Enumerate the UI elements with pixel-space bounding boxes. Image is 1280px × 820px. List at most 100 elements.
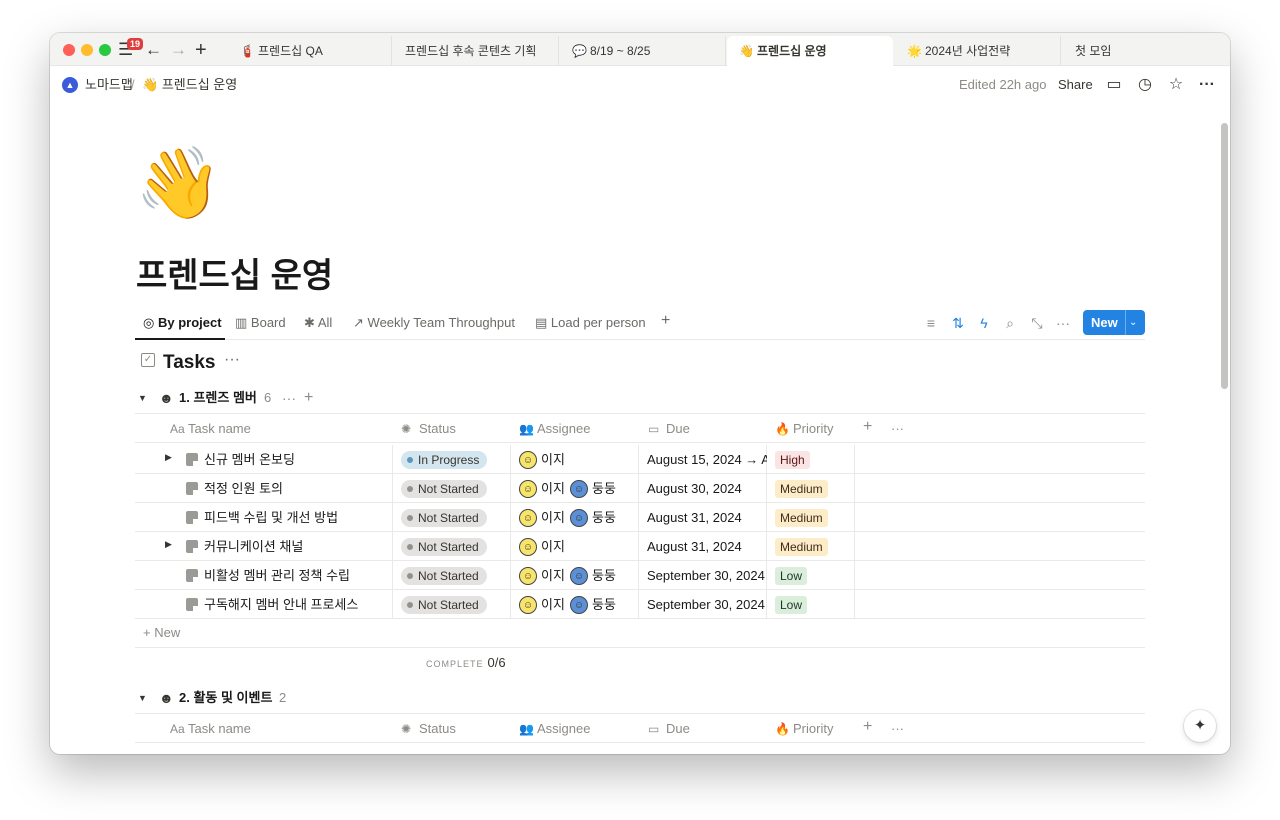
tab-first-meeting[interactable]: 첫 모임 bbox=[1063, 36, 1230, 66]
group-more-icon[interactable]: ··· bbox=[282, 387, 296, 409]
table-row[interactable]: 비활성 멤버 관리 정책 수립 Not Started ☺ 이지 ☺ 둥둥 Septe… bbox=[135, 561, 1145, 590]
task-name[interactable]: 구독해지 멤버 안내 프로세스 bbox=[204, 596, 358, 613]
task-name[interactable]: 신규 멤버 온보딩 bbox=[204, 451, 295, 468]
expand-toggle-icon[interactable]: ▶ bbox=[165, 539, 172, 550]
assignee-cell[interactable]: ☺ 이지 ☺ 둥둥 bbox=[511, 474, 639, 503]
task-name[interactable]: 적정 인원 토의 bbox=[204, 480, 283, 497]
due-cell[interactable]: August 31, 2024 bbox=[639, 503, 767, 532]
view-tab-board[interactable]: ▥ Board bbox=[235, 314, 286, 332]
task-name-cell[interactable]: 적정 인원 토의 bbox=[135, 474, 393, 503]
column-priority[interactable]: 🔥 Priority bbox=[775, 720, 833, 738]
minimize-window-button[interactable] bbox=[81, 44, 93, 56]
due-cell[interactable]: August 15, 2024 → A bbox=[639, 445, 767, 474]
collapse-toggle-icon[interactable]: ▼ bbox=[138, 687, 147, 709]
assignee-cell[interactable]: ☺ 이지 ☺ 둥둥 bbox=[511, 561, 639, 590]
page-icon[interactable]: 👋 bbox=[135, 143, 222, 223]
new-tab-plus-icon[interactable]: + bbox=[195, 39, 207, 61]
comments-icon[interactable]: ▭ bbox=[1104, 75, 1124, 95]
view-tab-by-project[interactable]: ◎ By project bbox=[143, 314, 222, 332]
view-tab-weekly-throughput[interactable]: ↗ Weekly Team Throughput bbox=[353, 314, 515, 332]
table-row[interactable]: 적정 인원 토의 Not Started ☺ 이지 ☺ 둥둥 August 30, 2… bbox=[135, 474, 1145, 503]
column-assignee[interactable]: 👥 Assignee bbox=[519, 420, 590, 438]
breadcrumb-workspace[interactable]: 노마드맵 bbox=[85, 76, 133, 94]
table-row[interactable]: ▶ 신규 멤버 온보딩 In Progress ☺ 이지 August 15, 2… bbox=[135, 445, 1145, 474]
new-item-button[interactable]: New ⌄ bbox=[1083, 310, 1145, 335]
group-add-icon[interactable]: + bbox=[304, 387, 313, 409]
table-row[interactable]: 구독해지 멤버 안내 프로세스 Not Started ☺ 이지 ☺ 둥둥 Septe… bbox=[135, 590, 1145, 619]
priority-cell[interactable]: Low bbox=[767, 590, 855, 619]
task-name-cell[interactable]: ▶ 신규 멤버 온보딩 bbox=[135, 445, 393, 474]
database-more-icon[interactable]: ··· bbox=[224, 351, 240, 369]
breadcrumb-page[interactable]: 👋 프렌드십 운영 bbox=[142, 76, 237, 94]
database-title[interactable]: Tasks bbox=[163, 351, 215, 375]
back-arrow-icon[interactable]: ← bbox=[145, 39, 162, 61]
due-cell[interactable]: September 30, 2024 bbox=[639, 590, 767, 619]
column-task-name[interactable]: Aa Task name bbox=[170, 720, 251, 738]
priority-cell[interactable]: Low bbox=[767, 561, 855, 590]
column-task-name[interactable]: Aa Task name bbox=[170, 420, 251, 438]
filter-icon[interactable]: ≡ bbox=[921, 313, 941, 333]
column-status[interactable]: ✺ Status bbox=[401, 420, 456, 438]
priority-cell[interactable]: Medium bbox=[767, 503, 855, 532]
collapse-toggle-icon[interactable]: ▼ bbox=[138, 387, 147, 409]
status-cell[interactable]: Not Started bbox=[393, 561, 511, 590]
priority-cell[interactable]: Medium bbox=[767, 532, 855, 561]
due-cell[interactable]: August 30, 2024 bbox=[639, 474, 767, 503]
scrollbar-thumb[interactable] bbox=[1221, 123, 1228, 389]
edited-timestamp[interactable]: Edited 22h ago bbox=[959, 77, 1046, 92]
tab-weekly[interactable]: 💬 8/19 ~ 8/25 bbox=[560, 36, 726, 66]
sort-icon[interactable]: ⇅ bbox=[948, 313, 968, 333]
priority-cell[interactable]: High bbox=[767, 445, 855, 474]
status-cell[interactable]: Not Started bbox=[393, 590, 511, 619]
priority-cell[interactable]: Medium bbox=[767, 474, 855, 503]
automation-lightning-icon[interactable]: ϟ bbox=[974, 313, 994, 333]
add-column-icon[interactable]: + bbox=[863, 418, 872, 436]
column-due[interactable]: ▭ Due bbox=[648, 720, 690, 738]
column-assignee[interactable]: 👥 Assignee bbox=[519, 720, 590, 738]
workspace-avatar[interactable]: ▲ bbox=[62, 77, 78, 93]
expand-toggle-icon[interactable]: ▶ bbox=[165, 452, 172, 463]
column-due[interactable]: ▭ Due bbox=[648, 420, 690, 438]
history-clock-icon[interactable]: ◷ bbox=[1135, 75, 1155, 95]
assignee-cell[interactable]: ☺ 이지 bbox=[511, 445, 639, 474]
tab-friendship-followup[interactable]: 프렌드십 후속 콘텐츠 기획 bbox=[393, 36, 559, 66]
status-cell[interactable]: In Progress bbox=[393, 445, 511, 474]
status-calculation[interactable]: COMPLETE 0/6 bbox=[426, 655, 506, 670]
forward-arrow-icon[interactable]: → bbox=[170, 39, 187, 61]
assignee-cell[interactable]: ☺ 이지 ☺ 둥둥 bbox=[511, 590, 639, 619]
more-options-icon[interactable]: ··· bbox=[1197, 75, 1217, 95]
table-row[interactable]: 피드백 수립 및 개선 방법 Not Started ☺ 이지 ☺ 둥둥 August… bbox=[135, 503, 1145, 532]
task-name-cell[interactable]: 피드백 수립 및 개선 방법 bbox=[135, 503, 393, 532]
due-cell[interactable]: September 30, 2024 bbox=[639, 561, 767, 590]
ai-sparkle-button[interactable]: ✦ bbox=[1184, 710, 1216, 742]
column-status[interactable]: ✺ Status bbox=[401, 720, 456, 738]
due-cell[interactable]: August 31, 2024 bbox=[639, 532, 767, 561]
task-name-cell[interactable]: 비활성 멤버 관리 정책 수립 bbox=[135, 561, 393, 590]
column-priority[interactable]: 🔥 Priority bbox=[775, 420, 833, 438]
group-header[interactable]: ▼ ☻ 2. 활동 및 이벤트 2 bbox=[138, 687, 338, 709]
columns-more-icon[interactable]: ··· bbox=[891, 720, 904, 738]
assignee-cell[interactable]: ☺ 이지 ☺ 둥둥 bbox=[511, 503, 639, 532]
maximize-window-button[interactable] bbox=[99, 44, 111, 56]
chevron-down-icon[interactable]: ⌄ bbox=[1129, 310, 1137, 335]
task-name-cell[interactable]: 구독해지 멤버 안내 프로세스 bbox=[135, 590, 393, 619]
tab-friendship-qa[interactable]: 🧯 프렌드십 QA bbox=[228, 36, 392, 66]
add-column-icon[interactable]: + bbox=[863, 718, 872, 736]
tab-strategy-2024[interactable]: 🌟 2024년 사업전략 bbox=[895, 36, 1061, 66]
expand-icon[interactable]: ⤡ bbox=[1027, 313, 1047, 333]
close-window-button[interactable] bbox=[63, 44, 75, 56]
status-cell[interactable]: Not Started bbox=[393, 474, 511, 503]
task-name[interactable]: 피드백 수립 및 개선 방법 bbox=[204, 509, 338, 526]
table-row[interactable]: ▶ 커뮤니케이션 채널 Not Started ☺ 이지 August 31, 2… bbox=[135, 532, 1145, 561]
page-title[interactable]: 프렌드십 운영 bbox=[136, 255, 333, 297]
assignee-cell[interactable]: ☺ 이지 bbox=[511, 532, 639, 561]
search-icon[interactable]: ⌕ bbox=[1000, 313, 1020, 333]
group-header[interactable]: ▼ ☻ 1. 프렌즈 멤버 6 ··· + bbox=[138, 387, 338, 409]
tab-friendship-ops[interactable]: 👋 프렌드십 운영 bbox=[727, 36, 893, 67]
view-tab-all[interactable]: ✱ All bbox=[304, 314, 332, 332]
status-cell[interactable]: Not Started bbox=[393, 532, 511, 561]
task-name-cell[interactable]: ▶ 커뮤니케이션 채널 bbox=[135, 532, 393, 561]
add-row-button[interactable]: + New bbox=[135, 619, 1145, 648]
view-more-icon[interactable]: ··· bbox=[1053, 313, 1073, 333]
task-name[interactable]: 비활성 멤버 관리 정책 수립 bbox=[204, 567, 350, 584]
